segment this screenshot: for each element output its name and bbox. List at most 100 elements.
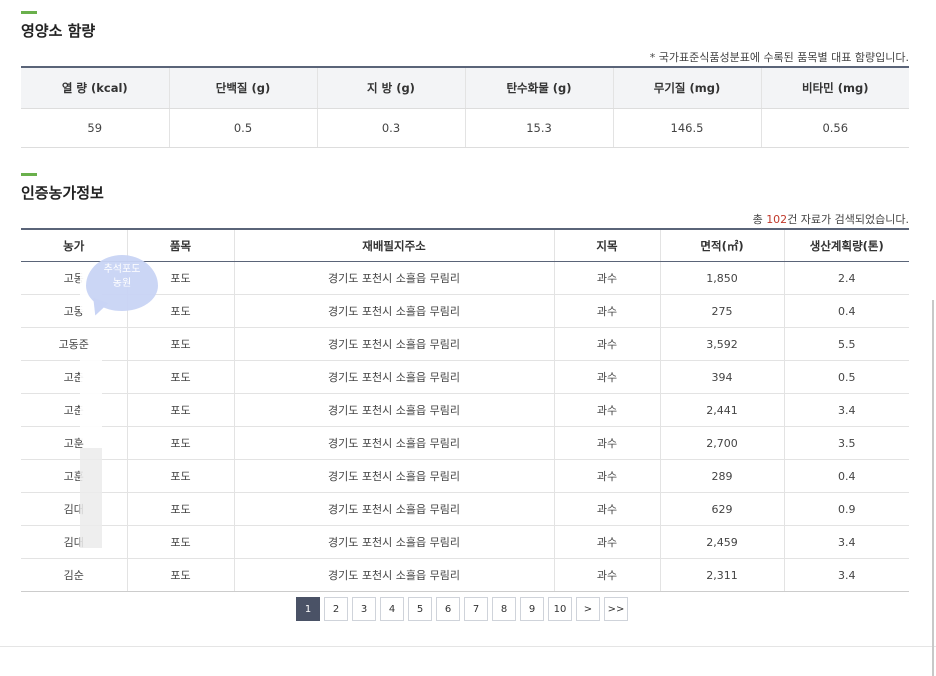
- item-cell: 포도: [126, 393, 234, 427]
- land-type-cell: 과수: [553, 360, 660, 394]
- nutrition-table: 열 량 (kcal) 단백질 (g) 지 방 (g) 탄수화물 (g) 무기질 …: [21, 66, 909, 148]
- header-carbs: 탄수화물 (g): [464, 67, 613, 109]
- land-type-cell: 과수: [553, 558, 660, 592]
- section-accent-bar: [21, 173, 37, 176]
- area-cell: 275: [659, 294, 784, 328]
- area-cell: 1,850: [659, 261, 784, 295]
- header-protein: 단백질 (g): [168, 67, 317, 109]
- table-row: 김대 포도 경기도 포천시 소흘읍 무림리 과수 2,459 3.4: [21, 525, 909, 559]
- last-page-button[interactable]: >>: [604, 597, 628, 621]
- nutrition-title: 영양소 함량: [21, 22, 96, 40]
- item-cell: 포도: [126, 558, 234, 592]
- header-fat: 지 방 (g): [316, 67, 465, 109]
- pagination: 1 2 3 4 5 6 7 8 9 10 > >>: [296, 597, 628, 621]
- land-type-cell: 과수: [553, 261, 660, 295]
- address-cell: 경기도 포천시 소흘읍 무림리: [233, 525, 554, 559]
- section-accent-bar: [21, 11, 37, 14]
- item-cell: 포도: [126, 360, 234, 394]
- address-cell: 경기도 포천시 소흘읍 무림리: [233, 393, 554, 427]
- sticker-line-1: 추석포도: [103, 264, 141, 275]
- header-address: 재배필지주소: [233, 229, 554, 262]
- production-cell: 2.4: [783, 261, 909, 295]
- area-cell: 3,592: [659, 327, 784, 361]
- value-carbs: 15.3: [464, 108, 613, 148]
- farm-name-cell: 고동준: [21, 327, 127, 361]
- production-cell: 0.5: [783, 360, 909, 394]
- result-count: 102: [766, 213, 788, 226]
- redaction-patch: [80, 356, 102, 440]
- page-10[interactable]: 10: [548, 597, 572, 621]
- area-cell: 2,459: [659, 525, 784, 559]
- table-row: 고춘 포도 경기도 포천시 소흘읍 무림리 과수 394 0.5: [21, 360, 909, 394]
- table-row: 고훈 포도 경기도 포천시 소흘읍 무림리 과수 289 0.4: [21, 459, 909, 493]
- scrollbar[interactable]: [932, 300, 934, 676]
- next-page-button[interactable]: >: [576, 597, 600, 621]
- farm-name-cell: 고훈: [21, 459, 127, 493]
- table-row: 김순 포도 경기도 포천시 소흘읍 무림리 과수 2,311 3.4: [21, 558, 909, 592]
- redaction-patch: [80, 448, 102, 548]
- area-cell: 2,441: [659, 393, 784, 427]
- production-cell: 0.4: [783, 294, 909, 328]
- header-area: 면적(㎡): [659, 229, 784, 262]
- farm-header-row: 농가 품목 재배필지주소 지목 면적(㎡) 생산계획량(톤): [21, 229, 909, 262]
- page-8[interactable]: 8: [492, 597, 516, 621]
- nutrition-header-row: 열 량 (kcal) 단백질 (g) 지 방 (g) 탄수화물 (g) 무기질 …: [21, 67, 909, 109]
- value-vitamins: 0.56: [760, 108, 909, 148]
- land-type-cell: 과수: [553, 294, 660, 328]
- item-cell: 포도: [126, 525, 234, 559]
- address-cell: 경기도 포천시 소흘읍 무림리: [233, 459, 554, 493]
- page-7[interactable]: 7: [464, 597, 488, 621]
- header-production: 생산계획량(톤): [783, 229, 909, 262]
- production-cell: 0.9: [783, 492, 909, 526]
- page-2[interactable]: 2: [324, 597, 348, 621]
- farm-name-cell: 고춘: [21, 360, 127, 394]
- nutrition-value-row: 59 0.5 0.3 15.3 146.5 0.56: [21, 108, 909, 148]
- production-cell: 3.5: [783, 426, 909, 460]
- farm-name-cell: 고훈: [21, 426, 127, 460]
- address-cell: 경기도 포천시 소흘읍 무림리: [233, 261, 554, 295]
- page-4[interactable]: 4: [380, 597, 404, 621]
- header-item: 품목: [126, 229, 234, 262]
- count-prefix: 총: [752, 213, 767, 226]
- header-land-type: 지목: [553, 229, 660, 262]
- farm-name-cell: 김대: [21, 492, 127, 526]
- nutrition-note: * 국가표준식품성분표에 수록된 품목별 대표 함량입니다.: [649, 51, 909, 64]
- area-cell: 2,311: [659, 558, 784, 592]
- page-3[interactable]: 3: [352, 597, 376, 621]
- item-cell: 포도: [126, 492, 234, 526]
- value-protein: 0.5: [168, 108, 317, 148]
- land-type-cell: 과수: [553, 426, 660, 460]
- farm-name-sticker: 추석포도농원: [86, 255, 158, 311]
- area-cell: 2,700: [659, 426, 784, 460]
- land-type-cell: 과수: [553, 525, 660, 559]
- footer-divider: [0, 646, 936, 647]
- header-vitamins: 비타민 (mg): [760, 67, 909, 109]
- area-cell: 629: [659, 492, 784, 526]
- land-type-cell: 과수: [553, 393, 660, 427]
- table-row: 고동 포도 경기도 포천시 소흘읍 무림리 과수 275 0.4: [21, 294, 909, 328]
- production-cell: 3.4: [783, 393, 909, 427]
- production-cell: 3.4: [783, 558, 909, 592]
- farm-name-cell: 김대: [21, 525, 127, 559]
- table-row: 김대 포도 경기도 포천시 소흘읍 무림리 과수 629 0.9: [21, 492, 909, 526]
- production-cell: 5.5: [783, 327, 909, 361]
- land-type-cell: 과수: [553, 492, 660, 526]
- area-cell: 289: [659, 459, 784, 493]
- table-row: 고춘 포도 경기도 포천시 소흘읍 무림리 과수 2,441 3.4: [21, 393, 909, 427]
- production-cell: 0.4: [783, 459, 909, 493]
- item-cell: 포도: [126, 426, 234, 460]
- page-5[interactable]: 5: [408, 597, 432, 621]
- address-cell: 경기도 포천시 소흘읍 무림리: [233, 492, 554, 526]
- page-1[interactable]: 1: [296, 597, 320, 621]
- item-cell: 포도: [126, 459, 234, 493]
- farm-name-cell: 고춘: [21, 393, 127, 427]
- page-6[interactable]: 6: [436, 597, 460, 621]
- land-type-cell: 과수: [553, 459, 660, 493]
- header-calories: 열 량 (kcal): [21, 67, 169, 109]
- production-cell: 3.4: [783, 525, 909, 559]
- result-count-note: 총 102건 자료가 검색되었습니다.: [753, 211, 909, 227]
- header-minerals: 무기질 (mg): [612, 67, 761, 109]
- page-9[interactable]: 9: [520, 597, 544, 621]
- sticker-line-2: 농원: [112, 278, 132, 289]
- address-cell: 경기도 포천시 소흘읍 무림리: [233, 360, 554, 394]
